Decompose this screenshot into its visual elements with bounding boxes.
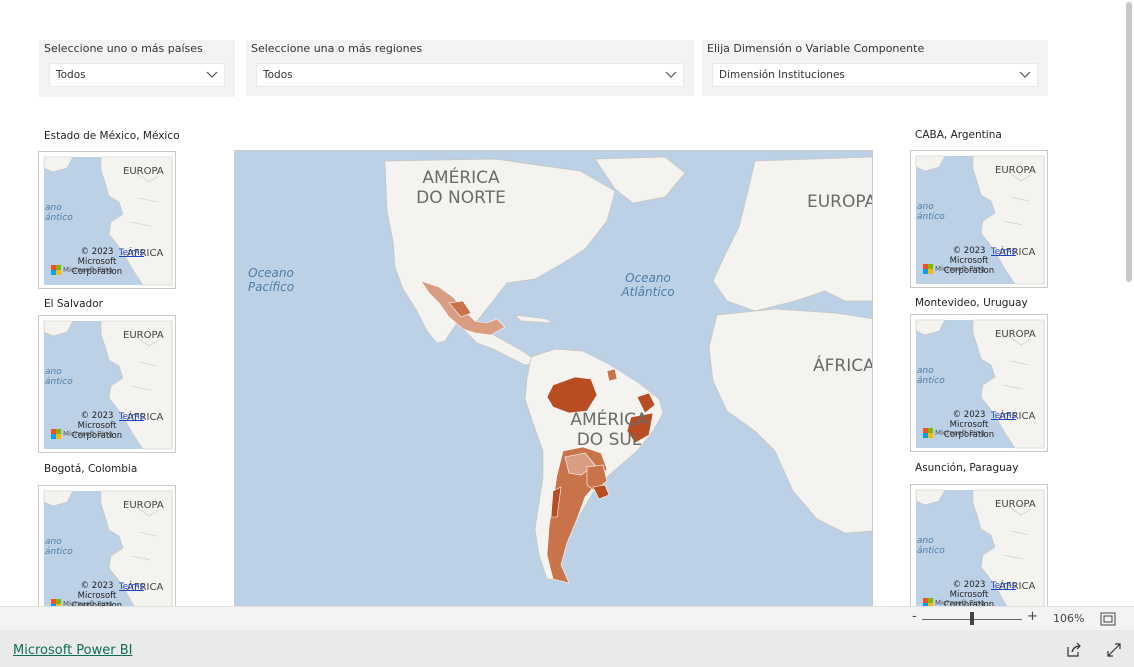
fullscreen-icon[interactable] — [1106, 642, 1122, 658]
region-slicer-title: Seleccione una o más regiones — [251, 42, 423, 55]
minimap-label-ocean: ano — [917, 536, 934, 546]
minimap-label-ocean: ántico — [917, 546, 945, 556]
map-copyright: © 2023 Microsoft Corporation — [71, 581, 123, 606]
minimap-title: Montevideo, Uruguay — [915, 297, 1028, 309]
region-slicer: Seleccione una o más regiones Todos — [246, 40, 694, 96]
minimap-label-ocean: ano — [45, 203, 62, 213]
region-dropdown[interactable]: Todos — [256, 63, 684, 87]
microsoft-logo-icon — [51, 429, 56, 434]
chevron-down-icon — [206, 71, 218, 78]
brazil-north-region — [606, 368, 618, 382]
terms-link[interactable]: Terms — [119, 582, 144, 592]
minimap-label-ocean: ano — [917, 366, 934, 376]
map-label-pacific: Oceano — [248, 266, 294, 280]
map-copyright: © 2023 Microsoft Corporation — [943, 580, 995, 606]
report-canvas: Seleccione uno o más países Todos Selecc… — [0, 0, 1124, 606]
dimension-slicer-title: Elija Dimensión o Variable Componente — [707, 42, 925, 55]
map-label-europe: EUROPA — [807, 192, 873, 212]
footer-bar: Microsoft Power BI — [0, 630, 1134, 667]
zoom-slider-thumb[interactable] — [970, 612, 974, 625]
minimap-title: CABA, Argentina — [915, 129, 1002, 141]
vertical-scrollbar[interactable] — [1124, 0, 1134, 606]
terms-link[interactable]: Terms — [119, 412, 144, 422]
minimap-label-europe: EUROPA — [123, 330, 164, 341]
fit-to-page-icon[interactable] — [1100, 612, 1116, 626]
minimap-label-europe: EUROPA — [995, 165, 1036, 176]
main-map[interactable]: AMÉRICA DO NORTE AMÉRICA DO SUL EUROPA Á… — [234, 150, 873, 606]
minimap-label-ocean: ántico — [917, 376, 945, 386]
minimap-label-ocean: ano — [45, 367, 62, 377]
country-dropdown[interactable]: Todos — [49, 63, 225, 87]
terms-link[interactable]: Terms — [991, 581, 1016, 591]
microsoft-logo-icon — [923, 264, 928, 269]
minimap-label-ocean: ántico — [917, 212, 945, 222]
microsoft-logo-icon — [51, 599, 56, 604]
map-label-north-america: AMÉRICA — [422, 166, 500, 188]
share-icon[interactable] — [1066, 642, 1082, 658]
map-canvas: AMÉRICA DO NORTE AMÉRICA DO SUL EUROPA Á… — [235, 151, 873, 606]
map-label-south-america: AMÉRICA — [570, 408, 648, 430]
minimap[interactable]: EUROPA ÁFRICA ano ántico Microsoft Bing … — [910, 314, 1048, 452]
minimap[interactable]: EUROPA ÁFRICA ano ántico Microsoft Bing … — [38, 485, 176, 606]
minimap[interactable]: EUROPA ÁFRICA ano ántico Microsoft Bing … — [38, 315, 176, 453]
minimap-label-europe: EUROPA — [123, 166, 164, 177]
country-slicer: Seleccione uno o más países Todos — [39, 40, 235, 97]
minimap-title: Asunción, Paraguay — [915, 462, 1019, 474]
minimap-label-europe: EUROPA — [995, 499, 1036, 510]
map-label-atlantic: Oceano — [625, 271, 671, 285]
zoom-in-button[interactable]: + — [1027, 609, 1038, 624]
minimap-label-ocean: ántico — [45, 377, 73, 387]
power-bi-link[interactable]: Microsoft Power BI — [13, 643, 132, 658]
map-copyright: © 2023 Microsoft Corporation — [943, 246, 995, 276]
minimap-title: El Salvador — [44, 298, 103, 310]
microsoft-logo-icon — [923, 428, 928, 433]
minimap[interactable]: EUROPA ÁFRICA ano ántico Microsoft Bing … — [910, 484, 1048, 606]
map-label-africa: ÁFRICA — [813, 354, 873, 376]
dimension-slicer: Elija Dimensión o Variable Componente Di… — [702, 40, 1048, 96]
minimap-title: Bogotá, Colombia — [44, 463, 138, 475]
minimap-label-ocean: ántico — [45, 547, 73, 557]
minimap-title: Estado de México, México — [44, 130, 180, 142]
minimap-label-ocean: ano — [45, 537, 62, 547]
minimap-label-ocean: ántico — [45, 213, 73, 223]
minimap[interactable]: EUROPA ÁFRICA ano ántico Microsoft Bing … — [910, 150, 1048, 288]
dimension-dropdown[interactable]: Dimensión Instituciones — [712, 63, 1038, 87]
zoom-out-button[interactable]: - — [912, 609, 917, 624]
map-label-north-america: DO NORTE — [416, 188, 506, 208]
terms-link[interactable]: Terms — [119, 248, 144, 258]
map-copyright: © 2023 Microsoft Corporation — [71, 411, 123, 441]
minimap-label-europe: EUROPA — [123, 500, 164, 511]
chevron-down-icon — [665, 71, 677, 78]
zoom-level: 106% — [1053, 612, 1085, 625]
map-label-south-america: DO SUL — [577, 430, 642, 450]
country-slicer-title: Seleccione uno o más países — [44, 42, 203, 55]
map-label-pacific: Pacífico — [248, 280, 294, 294]
country-dropdown-value: Todos — [56, 69, 86, 81]
status-bar: - + 106% — [0, 606, 1134, 630]
chevron-down-icon — [1019, 71, 1031, 78]
microsoft-logo-icon — [51, 265, 56, 270]
region-dropdown-value: Todos — [263, 69, 293, 81]
minimap[interactable]: EUROPA ÁFRICA ano ántico Microsoft Bing … — [38, 151, 176, 289]
minimap-label-europe: EUROPA — [995, 329, 1036, 340]
minimap-label-ocean: ano — [917, 202, 934, 212]
terms-link[interactable]: Terms — [991, 247, 1016, 257]
terms-link[interactable]: Terms — [991, 411, 1016, 421]
map-label-atlantic: Atlântico — [620, 285, 674, 299]
dimension-dropdown-value: Dimensión Instituciones — [719, 69, 845, 81]
map-copyright: © 2023 Microsoft Corporation — [943, 410, 995, 440]
map-copyright: © 2023 Microsoft Corporation — [71, 247, 123, 277]
microsoft-logo-icon — [923, 598, 928, 603]
scrollbar-thumb[interactable] — [1126, 2, 1132, 282]
